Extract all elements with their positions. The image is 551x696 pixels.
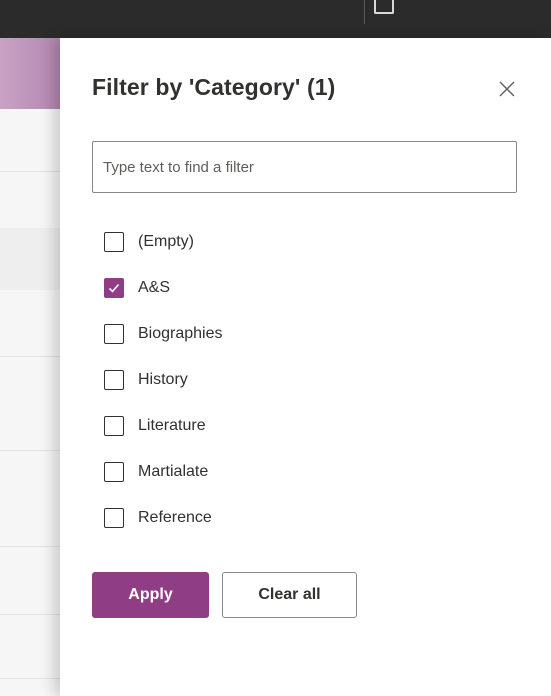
checkmark-icon [108,283,120,293]
apply-button[interactable]: Apply [92,572,209,618]
background-list [0,38,60,696]
filter-option[interactable]: (Empty) [104,228,484,274]
filter-checkbox[interactable] [104,232,124,252]
filter-checkbox[interactable] [104,278,124,298]
close-button[interactable] [496,78,518,100]
filter-option-label: Martialate [138,463,209,480]
filter-option[interactable]: Martialate [104,458,484,504]
clear-all-button[interactable]: Clear all [222,572,357,618]
filter-checkbox[interactable] [104,508,124,528]
filter-checkbox[interactable] [104,416,124,436]
filter-options-list: (Empty) A&S Biographies History Literature Ma… [104,228,484,550]
list-row-divider [0,678,60,679]
topbar-divider [364,0,365,24]
filter-panel: Filter by 'Category' (1) (Empty) A&S Biogr… [60,38,551,696]
filter-search-input[interactable] [92,141,517,193]
filter-option[interactable]: Biographies [104,320,484,366]
list-row-band [0,228,60,290]
filter-checkbox[interactable] [104,462,124,482]
list-row-divider [0,450,60,451]
filter-option[interactable]: History [104,366,484,412]
filter-option-label: History [138,371,188,388]
app-top-bar [0,0,551,38]
filter-option[interactable]: Literature [104,412,484,458]
document-icon[interactable] [374,0,394,14]
list-row-divider [0,171,60,172]
filter-option[interactable]: A&S [104,274,484,320]
panel-title: Filter by 'Category' (1) [92,74,336,100]
filter-option-label: Literature [138,417,206,434]
list-row-divider [0,356,60,357]
list-row-divider [0,546,60,547]
filter-option-label: (Empty) [138,233,194,250]
list-row-divider [0,614,60,615]
filter-option-label: A&S [138,279,171,296]
filter-option[interactable]: Reference [104,504,484,550]
list-header-band [0,38,60,109]
filter-option-label: Reference [138,509,212,526]
close-icon [499,81,515,97]
filter-option-label: Biographies [138,325,223,342]
filter-checkbox[interactable] [104,370,124,390]
filter-checkbox[interactable] [104,324,124,344]
